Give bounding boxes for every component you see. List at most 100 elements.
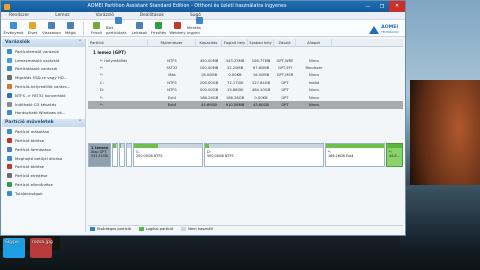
redo-button[interactable]: Mégis (61, 22, 80, 36)
partition-usage-bar (387, 144, 402, 148)
window-title: AOMEI Partition Assistant Standard Editi… (87, 4, 287, 9)
partition-block[interactable] (119, 143, 125, 167)
table-cell: 186.26GB (225, 95, 245, 100)
safe-partition-button[interactable]: Bizt. partíciózás (106, 17, 130, 36)
partition-block[interactable]: D: 500.00GB NTFS (204, 143, 324, 167)
column-header[interactable]: Állapot (296, 38, 332, 47)
table-cell: GPT,WRE (276, 58, 294, 63)
table-cell: GPT (281, 95, 289, 100)
refresh-button[interactable]: Frissít (87, 22, 106, 36)
partition-usage-fill (326, 144, 384, 148)
upgrade-icon (155, 22, 162, 29)
wizards-header[interactable]: Varázslók ⌃ (2, 39, 85, 47)
partition-block[interactable] (126, 143, 132, 167)
partition-usage-fill (113, 144, 116, 148)
op-item[interactable]: Meghajtó betűjel átírása (2, 154, 85, 163)
collapse-icon[interactable]: ⌃ (78, 39, 82, 47)
wizard-item[interactable]: Partíció-helyreállító varázs... (2, 82, 85, 91)
table-cell: NTFS (167, 88, 177, 93)
title-bar[interactable]: AOMEI Partition Assistant Standard Editi… (1, 1, 405, 12)
partition-block[interactable]: C: 200.00GB NTFS (133, 143, 203, 167)
image-file-desktop-label[interactable]: rozsa.jpg (32, 240, 53, 245)
legend-swatch (90, 227, 95, 231)
op-item[interactable]: Partíció formázása (2, 145, 85, 154)
table-cell: Nincs (308, 58, 320, 63)
table-row[interactable]: D: NTFS 500.00GB 15.88GB 484.10GB GPT Nincs (88, 87, 403, 94)
wizard-item-label: Partícióásoló varázsló (15, 66, 58, 72)
discard-button[interactable]: Elvet (23, 22, 42, 36)
table-cell: 500.00GB (199, 88, 219, 93)
wizard-item-icon (7, 110, 12, 116)
wizard-item[interactable]: Migrálás SSD-re vagy HD... (2, 73, 85, 82)
website-button[interactable]: Webhely (168, 22, 187, 36)
upgrade-button[interactable]: Frissítés (149, 22, 168, 36)
wizard-item-icon (7, 101, 12, 107)
sidebar: Varázslók ⌃ Partícióemelő varázsló Lemezmá… (2, 39, 86, 232)
table-cell: GPT,MSR (276, 73, 294, 78)
op-item[interactable]: Tulajdonságok (2, 189, 85, 198)
minimize-button[interactable]: — (361, 4, 375, 10)
skype-desktop-label[interactable]: Skype (5, 240, 19, 245)
maximize-button[interactable]: ❐ (375, 4, 389, 10)
close-button[interactable]: ✕ (389, 1, 405, 12)
wizard-item[interactable]: Partícióemelő varázsló (2, 47, 85, 56)
table-cell: NTFS (167, 58, 177, 63)
partition-usage-bar (127, 144, 131, 148)
partition-block[interactable]: *: 186.26GB Ext4 (325, 143, 385, 167)
op-item[interactable]: Partíció ellenőrzése (2, 180, 85, 189)
wizard-item-label: Partícióemelő varázsló (15, 48, 59, 54)
menu-system[interactable]: Rendszer (9, 13, 29, 18)
brand-logo: AOMEI TECHNOLOGY (369, 26, 399, 36)
op-item-label: Partíció elrejtése (15, 173, 48, 179)
tutorials-button[interactable]: Leírások (130, 22, 149, 36)
wizard-item[interactable]: Lemezmásoló varázsló (2, 56, 85, 65)
table-row[interactable]: C: NTFS 200.00GB 72.17GB 127.84GB GPT Indító (88, 79, 403, 86)
column-header[interactable]: Foglalt hely (222, 38, 248, 47)
partition-blocks: C: 200.00GB NTFS D: 500.00GB NTFS *: 186.26GB… (111, 143, 403, 167)
partition-size: 200.00GB NTFS (136, 154, 163, 158)
wizard-item-label: Indítható CD készítés (15, 101, 57, 107)
partition-table-header: Partíció Fájlrendszer Kapacitás Foglalt hel… (88, 38, 403, 47)
disk-map: 1 lemez Alap GPT 931.51GB C: 200.00GB NTF… (88, 143, 403, 167)
column-header[interactable]: Partíció (88, 38, 148, 47)
collapse-icon[interactable]: ⌃ (78, 119, 82, 127)
table-cell: 100.00MB (199, 66, 219, 71)
wizard-item[interactable]: Hordozható Windows ké... (2, 109, 85, 118)
column-header[interactable]: Zászló (274, 38, 296, 47)
partition-size: 44.6... (389, 154, 400, 158)
table-row[interactable]: *: Ext4 186.26GB 186.26GB 0.00KB GPT Nincs (88, 94, 403, 101)
op-item[interactable]: Partíció elrejtése (2, 171, 85, 180)
partition-block[interactable]: *: 44.6... (386, 143, 403, 167)
table-row[interactable]: *: Ext4 44.69GB 910.56MB 43.80GB GPT Nincs (88, 101, 403, 109)
table-row[interactable]: *: FAT32 100.00MB 32.20MB 67.80MB GPT,EFI Rend… (88, 64, 403, 71)
partition-block[interactable] (112, 143, 118, 167)
free-backup-button[interactable]: Mentés ingyen (187, 17, 211, 36)
tutorials-icon (136, 22, 143, 29)
wizard-item[interactable]: NTFS -> FAT32 konvertáló (2, 91, 85, 100)
table-row[interactable]: *: Helyreállítás NTFS 450.00MB 343.23MB 106.… (88, 57, 403, 64)
disk-info-card[interactable]: 1 lemez Alap GPT 931.51GB (88, 143, 111, 167)
menu-settings[interactable]: Beállítások (140, 13, 164, 18)
op-item[interactable]: Partíció törlése (2, 163, 85, 172)
partition-ops-list: Partíció másolása Partíció törlése Partíci… (2, 127, 85, 197)
table-cell: 67.80MB (252, 66, 270, 71)
column-header[interactable]: Szabad hely (248, 38, 274, 47)
menu-disk[interactable]: Lemez (55, 13, 69, 18)
table-cell: Nincs (308, 73, 320, 78)
column-header[interactable]: Fájlrendszer (148, 38, 196, 47)
op-item[interactable]: Partíció másolása (2, 127, 85, 136)
table-cell: 0.00KB (254, 95, 268, 100)
apply-button[interactable]: Érvényesít (3, 22, 24, 36)
op-item-icon (7, 146, 12, 152)
table-cell: GPT (281, 103, 289, 108)
safe-partition-icon (114, 17, 122, 24)
op-item[interactable]: Partíció törlése (2, 136, 85, 145)
wizard-item[interactable]: Indítható CD készítés (2, 100, 85, 109)
wizard-item[interactable]: Partícióásoló varázsló (2, 65, 85, 74)
column-header[interactable]: Kapacitás (196, 38, 222, 47)
table-row[interactable]: *: Más 16.00MB 0.00KB 16.00MB GPT,MSR Nincs (88, 72, 403, 79)
op-item-icon (7, 164, 12, 170)
partition-ops-header[interactable]: Partíció műveletek ⌃ (2, 119, 85, 128)
table-cell: NTFS (167, 80, 177, 85)
undo-button[interactable]: Visszavon (42, 22, 61, 36)
